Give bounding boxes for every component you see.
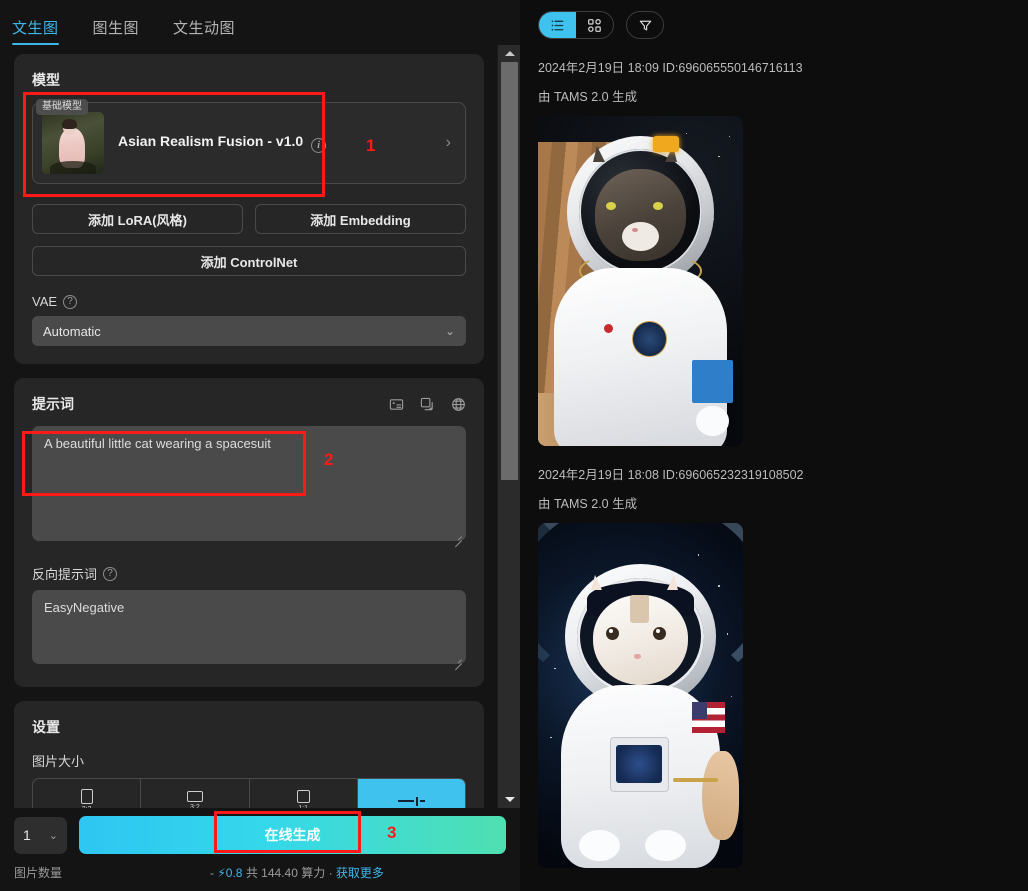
tab-label: 文生图	[12, 20, 59, 37]
chevron-up-icon	[504, 51, 515, 56]
prompt-tool-row	[389, 397, 466, 412]
add-controlnet-button[interactable]: 添加 ControlNet	[32, 246, 466, 276]
negative-textarea-wrap	[32, 590, 466, 669]
model-row[interactable]: 基础模型 Asian Realism Fusion - v1.0 i ›	[32, 99, 466, 184]
vae-label-text: VAE	[32, 294, 58, 309]
generate-button[interactable]: 在线生成	[79, 816, 506, 854]
custom-size-icon	[397, 796, 425, 806]
image-count-value: 1	[23, 827, 31, 843]
credits-cost: 0.8	[225, 866, 243, 880]
gallery-item: 2024年2月19日 18:09 ID:696065550146716113 由…	[520, 57, 1028, 446]
gallery-item-datetime: 2024年2月19日 18:09 ID:696065550146716113	[538, 61, 803, 75]
add-lora-button[interactable]: 添加 LoRA(风格)	[32, 204, 243, 234]
generate-button-label: 在线生成	[264, 827, 321, 843]
ratio-button-custom[interactable]	[357, 779, 465, 808]
chevron-down-icon: ⌄	[48, 829, 58, 842]
list-view-button[interactable]	[539, 12, 576, 38]
info-icon[interactable]: i	[311, 138, 327, 153]
ratio-button-2-3[interactable]: 2:3	[33, 779, 142, 808]
model-section-title: 模型	[32, 72, 60, 88]
credits-total: 144.40	[261, 866, 298, 880]
gallery-toolbar	[520, 0, 1028, 39]
settings-card: 设置 图片大小 2:3 3:2 1:1	[14, 701, 484, 808]
gallery-panel: 2024年2月19日 18:09 ID:696065550146716113 由…	[520, 0, 1028, 891]
filter-button[interactable]	[626, 11, 664, 39]
aspect-ratio-group: 2:3 3:2 1:1	[32, 778, 466, 808]
annotation-label-2: 2	[324, 450, 334, 469]
image-count-caption: 图片数量	[14, 866, 63, 880]
config-scroll-area: 模型 基础模型 Asian Realism Fusion - v1.0 i ›	[0, 45, 497, 808]
negative-prompt-label: 反向提示词 ?	[32, 564, 466, 583]
generate-bar: 1 ⌄ 在线生成 图片数量 - ⚡0.8 共 144.40 算力 · 获取更多	[0, 808, 520, 891]
credits-info: - ⚡0.8 共 144.40 算力 · 获取更多	[210, 864, 384, 881]
copy-prompt-icon[interactable]	[420, 397, 435, 412]
left-config-panel: 文生图 图生图 文生动图 模型 基础模型 Asian Realism Fusio…	[0, 0, 520, 891]
gallery-item-datetime: 2024年2月19日 18:08 ID:696065232319108502	[538, 468, 804, 482]
view-mode-toggle	[538, 11, 614, 39]
image-count-select[interactable]: 1 ⌄	[14, 816, 67, 854]
translate-prompt-icon[interactable]	[451, 397, 466, 412]
gallery-item-source: 由 TAMS 2.0 生成	[538, 90, 638, 104]
scroll-up-button[interactable]	[498, 45, 521, 62]
add-embedding-button[interactable]: 添加 Embedding	[255, 204, 466, 234]
tab-text-to-image[interactable]: 文生图	[12, 17, 59, 45]
landscape-icon	[186, 790, 203, 802]
gallery-image[interactable]	[538, 116, 743, 446]
grid-view-button[interactable]	[576, 12, 613, 38]
prompt-section-title: 提示词	[32, 396, 74, 412]
gallery-item: 2024年2月19日 18:08 ID:696065232319108502 由…	[520, 464, 1028, 868]
chevron-right-icon[interactable]: ›	[446, 134, 451, 152]
generate-row: 1 ⌄ 在线生成	[14, 816, 506, 854]
negative-prompt-label-text: 反向提示词	[32, 567, 98, 582]
gallery-image[interactable]	[538, 523, 743, 868]
credits-mid: 共	[245, 866, 258, 880]
annotation-label-1: 1	[366, 136, 376, 155]
vae-label: VAE ?	[32, 294, 466, 309]
vae-select[interactable]: Automatic ⌄	[32, 316, 466, 346]
model-thumbnail	[42, 112, 104, 174]
model-card: 模型 基础模型 Asian Realism Fusion - v1.0 i ›	[14, 54, 484, 364]
astronaut-cat-illustration	[538, 116, 743, 446]
model-thumbnail-wrap: 基础模型	[36, 99, 104, 174]
settings-section-title: 设置	[32, 719, 60, 735]
tab-label: 文生动图	[173, 20, 236, 37]
config-scrollbar[interactable]	[497, 45, 520, 808]
credits-prefix: -	[210, 866, 214, 880]
ratio-button-1-1[interactable]: 1:1	[250, 779, 358, 808]
prompt-textarea-wrap	[32, 426, 466, 546]
astronaut-cat-illustration	[538, 523, 743, 868]
credits-separator: ·	[328, 866, 333, 880]
negative-prompt-textarea[interactable]	[32, 590, 466, 664]
gallery-item-source: 由 TAMS 2.0 生成	[538, 497, 638, 511]
help-icon[interactable]: ?	[103, 566, 118, 581]
chevron-down-icon	[504, 797, 515, 802]
model-name: Asian Realism Fusion - v1.0 i	[118, 133, 327, 153]
app-root: 文生图 图生图 文生动图 模型 基础模型 Asian Realism Fusio…	[0, 0, 1028, 891]
prompt-textarea[interactable]	[32, 426, 466, 541]
bolt-icon: ⚡	[217, 866, 226, 880]
get-more-credits-link[interactable]: 获取更多	[336, 866, 384, 880]
scroll-down-button[interactable]	[498, 791, 521, 808]
model-type-badge: 基础模型	[36, 99, 88, 115]
extension-button-row: 添加 LoRA(风格) 添加 Embedding	[32, 204, 466, 234]
tab-label: 图生图	[92, 20, 140, 37]
tab-image-to-image[interactable]: 图生图	[93, 17, 140, 45]
model-name-text: Asian Realism Fusion - v1.0	[118, 133, 304, 149]
image-size-label: 图片大小	[32, 754, 85, 769]
help-icon[interactable]: ?	[63, 294, 78, 309]
scrollbar-thumb[interactable]	[501, 62, 518, 480]
annotation-label-3: 3	[387, 823, 397, 842]
square-icon	[296, 789, 310, 803]
portrait-icon	[80, 788, 93, 804]
ratio-button-3-2[interactable]: 3:2	[141, 779, 250, 808]
mode-tabs: 文生图 图生图 文生动图	[0, 0, 520, 45]
tab-text-to-animation[interactable]: 文生动图	[173, 17, 235, 45]
credits-unit: 算力	[301, 866, 326, 880]
prompt-header: 提示词	[32, 394, 466, 414]
vae-selected-value: Automatic	[43, 323, 101, 339]
image-to-prompt-icon[interactable]	[389, 397, 404, 412]
generate-meta: 图片数量 - ⚡0.8 共 144.40 算力 · 获取更多	[14, 864, 506, 881]
prompt-card: 提示词 A beautiful little cat wearing a spa…	[14, 378, 484, 687]
chevron-down-icon: ⌄	[444, 324, 455, 338]
